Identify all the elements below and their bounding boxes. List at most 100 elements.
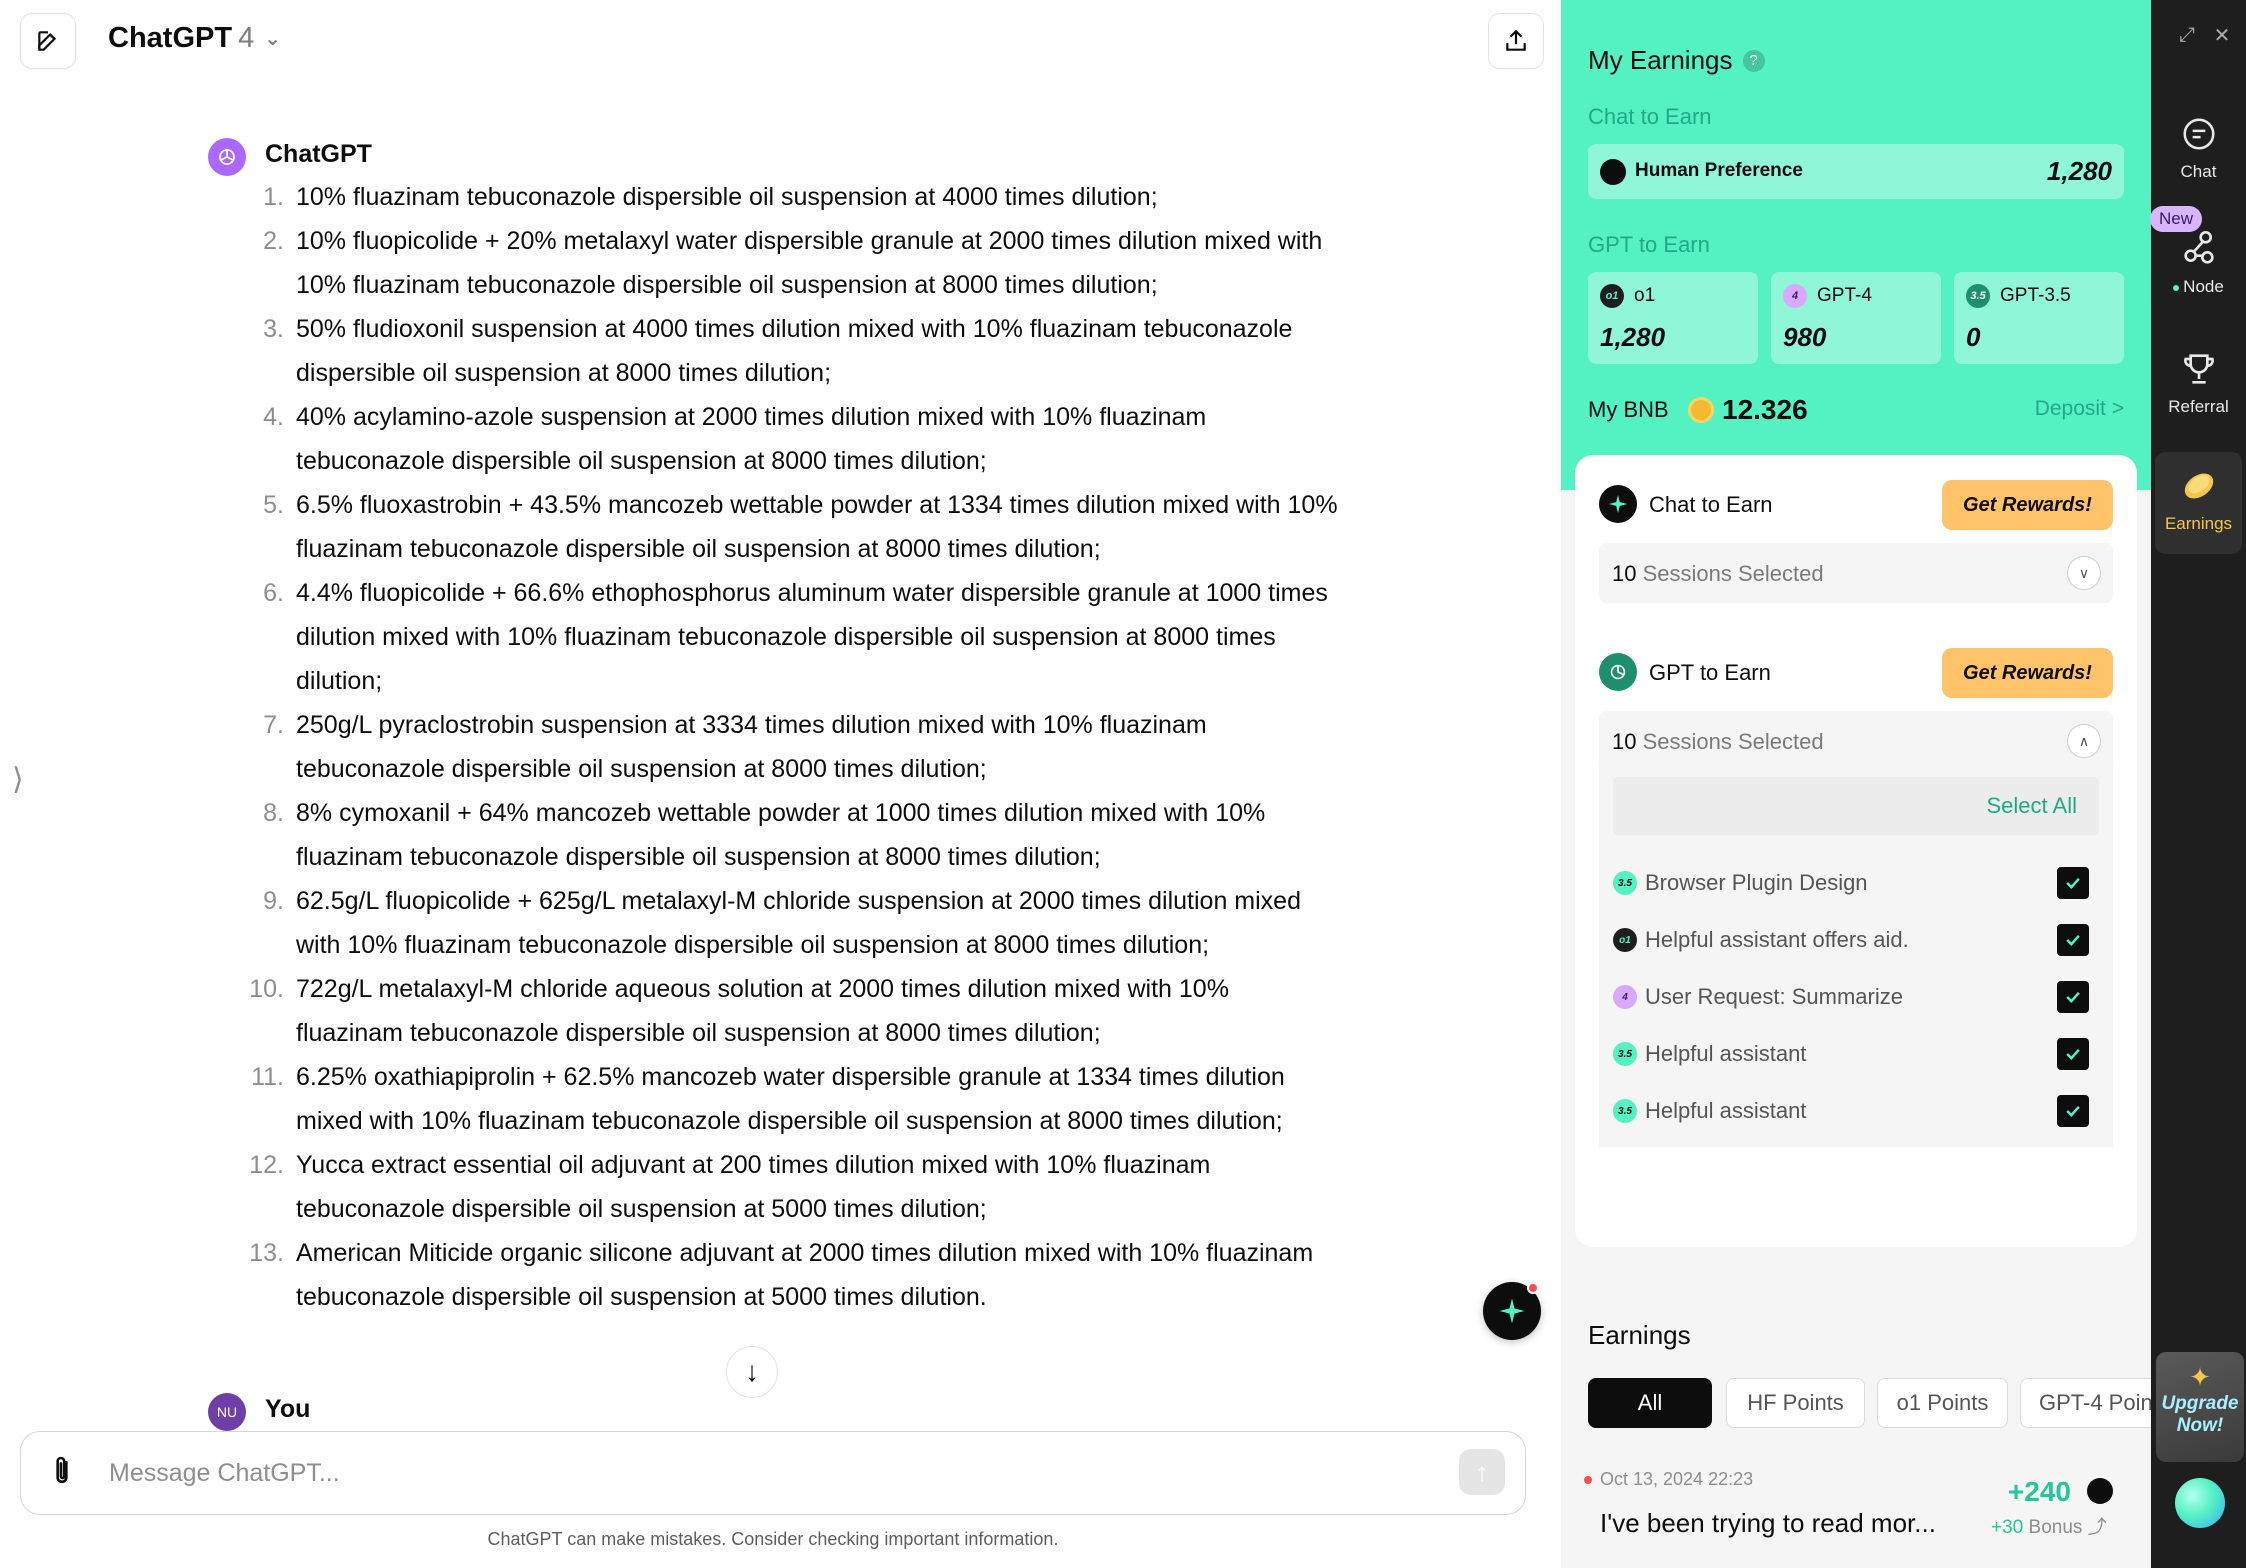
session-label: Helpful assistant (1645, 1098, 1807, 1123)
filter-tab-all[interactable]: All (1588, 1378, 1712, 1428)
coin-icon (2178, 464, 2220, 508)
list-item: 13. American Miticide organic silicone ad… (249, 1239, 1314, 1311)
bnb-coin-icon (1688, 397, 1714, 423)
model-card-gpt35: 3.5 GPT-3.5 0 (1954, 272, 2124, 364)
session-item[interactable]: o1 Helpful assistant offers aid. (1613, 920, 2099, 960)
gpt-to-earn-label: GPT to Earn (1588, 232, 1710, 257)
sessions-count: 10 (1612, 729, 1637, 754)
gpt35-badge-icon: 3.5 (1613, 1042, 1637, 1066)
openai-logo-icon (1599, 653, 1637, 691)
status-dot (2173, 284, 2180, 291)
arrow-down-icon: ↓ (745, 1356, 759, 1387)
model-card-gpt4: 4 GPT-4 980 (1771, 272, 1941, 364)
list-item: 3. 50% fludioxonil suspension at 4000 tim… (263, 315, 1293, 387)
chevron-down-icon[interactable]: ∨ (2067, 556, 2101, 590)
session-label: Browser Plugin Design (1645, 870, 1868, 895)
session-label: Helpful assistant (1645, 1041, 1807, 1066)
rail-label: Node (2173, 277, 2224, 297)
session-item[interactable]: 3.5 Helpful assistant (1613, 1034, 2099, 1074)
filter-tab-o1-points[interactable]: o1 Points (1877, 1378, 2008, 1428)
get-rewards-button-gpt[interactable]: Get Rewards! (1942, 648, 2113, 698)
rail-item-earnings[interactable]: Earnings (2155, 452, 2242, 554)
new-chat-button[interactable] (20, 13, 76, 69)
user-avatar: NU (208, 1393, 246, 1431)
new-badge: New (2150, 206, 2202, 232)
list-item: 1. 10% fluazinam tebuconazole dispersible… (263, 183, 1158, 211)
rail-label: Earnings (2164, 514, 2233, 533)
checkbox-checked[interactable] (2057, 1038, 2089, 1070)
entry-text[interactable]: I've been trying to read mor... (1600, 1508, 1936, 1539)
edit-icon (38, 31, 57, 51)
right-rail: ⤢ ✕ Chat Node Referral Earnings (2151, 0, 2246, 1568)
arrow-up-icon: ↑ (1475, 1456, 1489, 1487)
checkbox-checked[interactable] (2057, 981, 2089, 1013)
session-item[interactable]: 3.5 Browser Plugin Design (1613, 863, 2099, 903)
session-item[interactable]: 4 User Request: Summarize (1613, 977, 2099, 1017)
sessions-label: Sessions Selected (1642, 729, 1824, 754)
rail-item-referral[interactable]: Referral (2155, 335, 2242, 435)
rewards-card: Chat to Earn Get Rewards! 10 Sessions Se… (1575, 455, 2137, 1247)
share-icon (1506, 29, 1526, 51)
check-icon (2066, 877, 2080, 889)
session-item[interactable]: 3.5 Helpful assistant (1613, 1091, 2099, 1131)
answer-list: 1. 10% fluazinam tebuconazole dispersible… (240, 175, 1340, 1319)
gpt4-badge-icon: 4 (1783, 284, 1807, 308)
list-item: 7. 250g/L pyraclostrobin suspension at 33… (263, 711, 1207, 783)
paperclip-icon[interactable] (49, 1454, 75, 1496)
model-name: o1 (1634, 285, 1656, 306)
get-rewards-button-chat[interactable]: Get Rewards! (1942, 480, 2113, 530)
list-item: 6. 4.4% fluopicolide + 66.6% ethophosphor… (263, 579, 1328, 695)
upgrade-button[interactable]: ✦ Upgrade Now! (2156, 1352, 2244, 1462)
list-item: 12. Yucca extract essential oil adjuvant … (249, 1151, 1211, 1223)
upgrade-label: Upgrade Now! (2161, 1393, 2239, 1436)
sessions-label: Sessions Selected (1642, 561, 1824, 586)
human-preference-card: Human Preference 1,280 (1588, 144, 2124, 199)
profile-avatar[interactable] (2175, 1478, 2225, 1528)
message-input[interactable] (109, 1448, 1409, 1498)
check-icon (2066, 934, 2080, 946)
gpt-sessions-dropdown[interactable]: 10 Sessions Selected ∧ (1599, 711, 2113, 771)
chevron-up-icon[interactable]: ∧ (2067, 724, 2101, 758)
rail-item-chat[interactable]: Chat (2155, 100, 2242, 200)
select-all-button[interactable]: Select All (1987, 793, 2078, 819)
list-item: 8. 8% cymoxanil + 64% mancozeb wettable p… (263, 799, 1266, 871)
gpt4-badge-icon: 4 (1613, 985, 1637, 1009)
filter-tab-gpt4-points[interactable]: GPT-4 Points (2020, 1378, 2151, 1428)
help-icon[interactable]: ? (1742, 49, 1765, 72)
close-icon[interactable]: ✕ (2207, 20, 2237, 50)
openai-logo-icon (219, 149, 235, 165)
o1-badge-icon: o1 (1613, 928, 1637, 952)
earnings-panel: My Earnings ? Chat to Earn Human Prefere… (1561, 0, 2151, 1568)
o1-badge-icon: o1 (1600, 284, 1624, 308)
bnb-label: My BNB (1588, 397, 1669, 422)
model-points: 1,280 (1600, 322, 1666, 352)
expand-icon[interactable]: ⤢ (2172, 20, 2202, 50)
model-selector[interactable]: ChatGPT 4 ⌄ (108, 22, 281, 55)
check-icon (2066, 1048, 2080, 1060)
composer: ↑ (20, 1431, 1526, 1515)
check-icon (2066, 1105, 2080, 1117)
scroll-down-button[interactable]: ↓ (726, 1346, 778, 1398)
entry-date: Oct 13, 2024 22:23 (1600, 1469, 1754, 1489)
earn-assistant-button[interactable] (1483, 1282, 1541, 1340)
earnings-summary: My Earnings ? Chat to Earn Human Prefere… (1561, 0, 2151, 490)
model-name: GPT-3.5 (2000, 285, 2071, 306)
filter-tab-hf-points[interactable]: HF Points (1726, 1378, 1865, 1428)
list-item: 4. 40% acylamino-azole suspension at 2000… (263, 403, 1207, 475)
model-points: 0 (1966, 322, 1981, 352)
list-item: 11. 6.25% oxathiapiprolin + 62.5% mancoze… (251, 1063, 1285, 1135)
model-points: 980 (1783, 322, 1827, 352)
checkbox-checked[interactable] (2057, 924, 2089, 956)
deposit-link[interactable]: Deposit > (2035, 397, 2124, 421)
send-button[interactable]: ↑ (1459, 1449, 1505, 1495)
session-list: Select All 3.5 Browser Plugin Design o1 … (1599, 767, 2113, 1147)
sidebar-toggle-icon[interactable]: ⟩ (12, 762, 24, 797)
checkbox-checked[interactable] (2057, 867, 2089, 899)
chat-sessions-dropdown[interactable]: 10 Sessions Selected ∨ (1599, 543, 2113, 603)
list-item: 5. 6.5% fluoxastrobin + 43.5% mancozeb we… (263, 491, 1338, 563)
human-preference-label: Human Preference (1635, 160, 1803, 181)
list-item: 10. 722g/L metalaxyl-M chloride aqueous s… (249, 975, 1229, 1047)
checkbox-checked[interactable] (2057, 1095, 2089, 1127)
share-button[interactable] (1488, 13, 1544, 69)
earnings-title: My Earnings ? (1588, 45, 1765, 76)
